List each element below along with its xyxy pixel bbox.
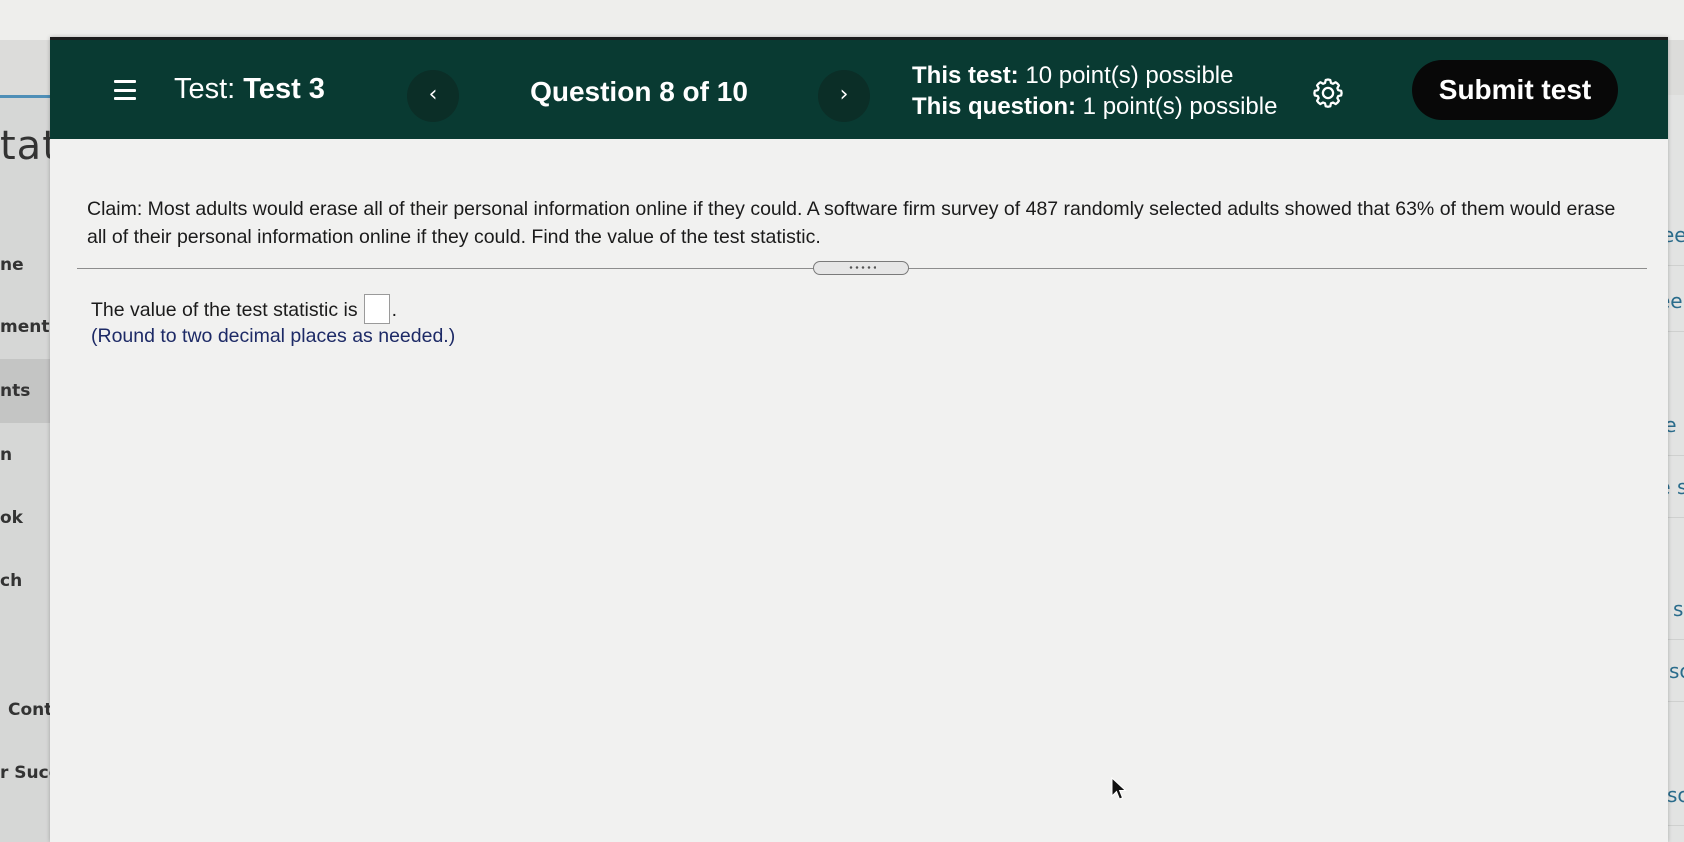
submit-test-button[interactable]: Submit test	[1412, 60, 1618, 120]
sidebar-item-label: ne	[0, 255, 24, 275]
sidebar-item-label: n	[0, 445, 13, 465]
points-question-value: 1 point(s) possible	[1082, 93, 1278, 120]
test-title-label: Test:	[174, 73, 236, 105]
test-statistic-input[interactable]	[363, 294, 390, 324]
sidebar-item-label: ok	[0, 508, 23, 528]
answer-prompt-suffix: .	[391, 299, 398, 322]
test-title: Test: Test 3	[174, 73, 325, 106]
test-window: Test: Test 3 ‹ Question 8 of 10 › This te…	[50, 37, 1668, 842]
hamburger-menu-icon[interactable]	[114, 80, 136, 100]
test-title-name: Test 3	[243, 73, 325, 105]
points-test-line: This test: 10 point(s) possible	[912, 60, 1277, 91]
sidebar-item-label: nts	[0, 381, 31, 401]
points-test-label: This test:	[912, 62, 1019, 89]
mouse-cursor-icon	[1111, 777, 1127, 800]
gear-icon[interactable]	[1311, 76, 1345, 110]
next-question-button[interactable]: ›	[818, 70, 870, 122]
chevron-right-icon: ›	[839, 82, 849, 107]
test-header-bar: Test: Test 3 ‹ Question 8 of 10 › This te…	[50, 37, 1668, 139]
grip-dots-icon	[848, 266, 876, 269]
screen: tati ne ments nts n ok ch Contents r Suc…	[0, 0, 1684, 842]
question-counter: Question 8 of 10	[530, 76, 748, 107]
answer-prompt: The value of the test statistic is.	[91, 294, 398, 326]
question-content: Claim: Most adults would erase all of th…	[50, 139, 1668, 842]
chevron-left-icon: ‹	[428, 82, 438, 107]
points-question-line: This question: 1 point(s) possible	[912, 91, 1277, 122]
pane-resize-handle[interactable]	[813, 261, 909, 275]
question-claim-text: Claim: Most adults would erase all of th…	[87, 198, 1616, 248]
rounding-instruction: (Round to two decimal places as needed.)	[91, 325, 456, 347]
background-top-bar	[0, 0, 1684, 40]
points-question-label: This question:	[912, 93, 1076, 120]
sidebar-item-label: ch	[0, 571, 23, 591]
answer-prompt-text: The value of the test statistic is	[91, 299, 358, 322]
points-info: This test: 10 point(s) possible This que…	[912, 60, 1277, 122]
previous-question-button[interactable]: ‹	[407, 70, 459, 122]
points-test-value: 10 point(s) possible	[1025, 62, 1234, 89]
